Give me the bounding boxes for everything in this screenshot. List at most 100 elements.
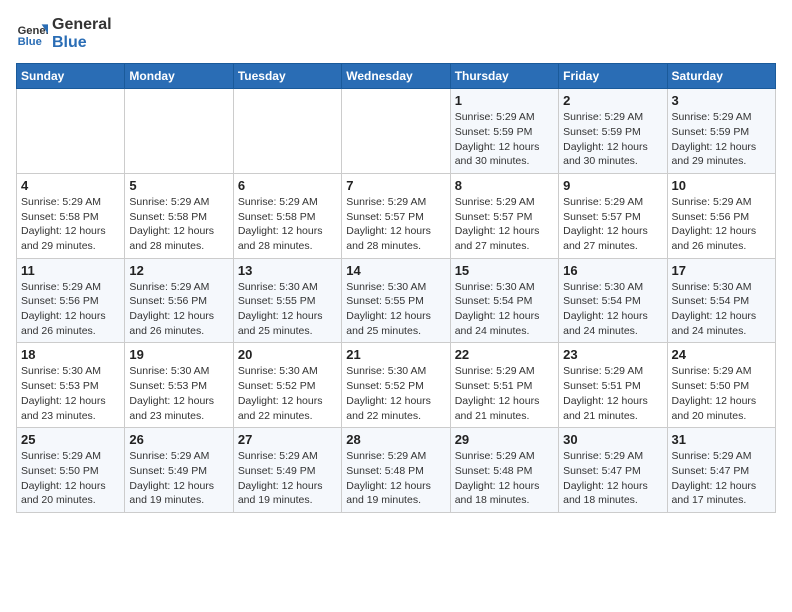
calendar-cell: 4 Sunrise: 5:29 AM Sunset: 5:58 PM Daylig…	[17, 173, 125, 258]
calendar-cell: 11 Sunrise: 5:29 AM Sunset: 5:56 PM Dayli…	[17, 258, 125, 343]
day-info: Sunrise: 5:29 AM Sunset: 5:58 PM Dayligh…	[21, 195, 120, 254]
calendar-cell: 9Sunrise: 5:29 AM Sunset: 5:57 PM Daylig…	[559, 173, 667, 258]
calendar-cell	[342, 89, 450, 174]
day-info: Sunrise: 5:29 AM Sunset: 5:59 PM Dayligh…	[672, 110, 771, 169]
calendar-cell: 30 Sunrise: 5:29 AM Sunset: 5:47 PM Dayli…	[559, 428, 667, 513]
day-number: 22	[455, 347, 554, 362]
day-number: 28	[346, 432, 445, 447]
day-info: Sunrise: 5:29 AM Sunset: 5:58 PM Dayligh…	[238, 195, 337, 254]
calendar-cell: 25 Sunrise: 5:29 AM Sunset: 5:50 PM Dayli…	[17, 428, 125, 513]
calendar-cell: 22 Sunrise: 5:29 AM Sunset: 5:51 PM Dayli…	[450, 343, 558, 428]
calendar-cell: 12 Sunrise: 5:29 AM Sunset: 5:56 PM Dayli…	[125, 258, 233, 343]
calendar-cell	[125, 89, 233, 174]
col-header-tuesday: Tuesday	[233, 64, 341, 89]
day-number: 3	[672, 93, 771, 108]
day-info: Sunrise: 5:29 AM Sunset: 5:57 PM Dayligh…	[563, 195, 662, 254]
day-info: Sunrise: 5:30 AM Sunset: 5:53 PM Dayligh…	[129, 364, 228, 423]
day-info: Sunrise: 5:29 AM Sunset: 5:59 PM Dayligh…	[563, 110, 662, 169]
day-info: Sunrise: 5:30 AM Sunset: 5:55 PM Dayligh…	[238, 280, 337, 339]
day-info: Sunrise: 5:30 AM Sunset: 5:52 PM Dayligh…	[346, 364, 445, 423]
day-number: 13	[238, 263, 337, 278]
svg-text:Blue: Blue	[18, 36, 42, 48]
calendar-cell: 3 Sunrise: 5:29 AM Sunset: 5:59 PM Daylig…	[667, 89, 775, 174]
week-row-4: 18 Sunrise: 5:30 AM Sunset: 5:53 PM Dayli…	[17, 343, 776, 428]
calendar-cell: 1 Sunrise: 5:29 AM Sunset: 5:59 PM Daylig…	[450, 89, 558, 174]
day-info: Sunrise: 5:29 AM Sunset: 5:50 PM Dayligh…	[672, 364, 771, 423]
day-info: Sunrise: 5:29 AM Sunset: 5:48 PM Dayligh…	[455, 449, 554, 508]
col-header-monday: Monday	[125, 64, 233, 89]
day-info: Sunrise: 5:29 AM Sunset: 5:50 PM Dayligh…	[21, 449, 120, 508]
calendar-cell: 27Sunrise: 5:29 AM Sunset: 5:49 PM Dayli…	[233, 428, 341, 513]
calendar-cell: 18Sunrise: 5:30 AM Sunset: 5:53 PM Dayli…	[17, 343, 125, 428]
day-info: Sunrise: 5:29 AM Sunset: 5:57 PM Dayligh…	[346, 195, 445, 254]
day-info: Sunrise: 5:29 AM Sunset: 5:47 PM Dayligh…	[563, 449, 662, 508]
day-info: Sunrise: 5:29 AM Sunset: 5:58 PM Dayligh…	[129, 195, 228, 254]
calendar-table: SundayMondayTuesdayWednesdayThursdayFrid…	[16, 63, 776, 513]
calendar-cell	[17, 89, 125, 174]
calendar-cell: 17 Sunrise: 5:30 AM Sunset: 5:54 PM Dayli…	[667, 258, 775, 343]
day-info: Sunrise: 5:29 AM Sunset: 5:51 PM Dayligh…	[563, 364, 662, 423]
logo: General Blue General Blue	[16, 16, 112, 51]
day-number: 16	[563, 263, 662, 278]
day-info: Sunrise: 5:29 AM Sunset: 5:51 PM Dayligh…	[455, 364, 554, 423]
day-number: 2	[563, 93, 662, 108]
calendar-cell: 6Sunrise: 5:29 AM Sunset: 5:58 PM Daylig…	[233, 173, 341, 258]
week-row-5: 25 Sunrise: 5:29 AM Sunset: 5:50 PM Dayli…	[17, 428, 776, 513]
day-number: 4	[21, 178, 120, 193]
col-header-friday: Friday	[559, 64, 667, 89]
day-number: 25	[21, 432, 120, 447]
header-row: SundayMondayTuesdayWednesdayThursdayFrid…	[17, 64, 776, 89]
calendar-cell: 31Sunrise: 5:29 AM Sunset: 5:47 PM Dayli…	[667, 428, 775, 513]
logo-line2: Blue	[52, 34, 112, 52]
calendar-cell: 16 Sunrise: 5:30 AM Sunset: 5:54 PM Dayli…	[559, 258, 667, 343]
day-number: 17	[672, 263, 771, 278]
day-number: 24	[672, 347, 771, 362]
logo-icon: General Blue	[16, 18, 48, 50]
day-info: Sunrise: 5:29 AM Sunset: 5:49 PM Dayligh…	[129, 449, 228, 508]
day-info: Sunrise: 5:30 AM Sunset: 5:52 PM Dayligh…	[238, 364, 337, 423]
day-info: Sunrise: 5:29 AM Sunset: 5:59 PM Dayligh…	[455, 110, 554, 169]
page-header: General Blue General Blue	[16, 16, 776, 51]
col-header-wednesday: Wednesday	[342, 64, 450, 89]
calendar-cell: 20 Sunrise: 5:30 AM Sunset: 5:52 PM Dayli…	[233, 343, 341, 428]
col-header-sunday: Sunday	[17, 64, 125, 89]
day-number: 19	[129, 347, 228, 362]
day-info: Sunrise: 5:29 AM Sunset: 5:56 PM Dayligh…	[129, 280, 228, 339]
day-number: 10	[672, 178, 771, 193]
day-number: 11	[21, 263, 120, 278]
day-info: Sunrise: 5:29 AM Sunset: 5:56 PM Dayligh…	[672, 195, 771, 254]
week-row-2: 4 Sunrise: 5:29 AM Sunset: 5:58 PM Daylig…	[17, 173, 776, 258]
calendar-cell: 19 Sunrise: 5:30 AM Sunset: 5:53 PM Dayli…	[125, 343, 233, 428]
day-info: Sunrise: 5:29 AM Sunset: 5:57 PM Dayligh…	[455, 195, 554, 254]
day-number: 1	[455, 93, 554, 108]
calendar-cell: 28Sunrise: 5:29 AM Sunset: 5:48 PM Dayli…	[342, 428, 450, 513]
calendar-cell: 15Sunrise: 5:30 AM Sunset: 5:54 PM Dayli…	[450, 258, 558, 343]
day-number: 30	[563, 432, 662, 447]
col-header-saturday: Saturday	[667, 64, 775, 89]
day-info: Sunrise: 5:30 AM Sunset: 5:54 PM Dayligh…	[563, 280, 662, 339]
day-number: 12	[129, 263, 228, 278]
calendar-cell: 14 Sunrise: 5:30 AM Sunset: 5:55 PM Dayli…	[342, 258, 450, 343]
calendar-cell: 26Sunrise: 5:29 AM Sunset: 5:49 PM Dayli…	[125, 428, 233, 513]
week-row-3: 11 Sunrise: 5:29 AM Sunset: 5:56 PM Dayli…	[17, 258, 776, 343]
day-info: Sunrise: 5:29 AM Sunset: 5:56 PM Dayligh…	[21, 280, 120, 339]
calendar-cell: 21 Sunrise: 5:30 AM Sunset: 5:52 PM Dayli…	[342, 343, 450, 428]
calendar-cell: 24 Sunrise: 5:29 AM Sunset: 5:50 PM Dayli…	[667, 343, 775, 428]
day-number: 31	[672, 432, 771, 447]
day-number: 18	[21, 347, 120, 362]
day-number: 5	[129, 178, 228, 193]
day-number: 21	[346, 347, 445, 362]
day-info: Sunrise: 5:30 AM Sunset: 5:54 PM Dayligh…	[455, 280, 554, 339]
calendar-cell: 7 Sunrise: 5:29 AM Sunset: 5:57 PM Daylig…	[342, 173, 450, 258]
week-row-1: 1 Sunrise: 5:29 AM Sunset: 5:59 PM Daylig…	[17, 89, 776, 174]
logo-line1: General	[52, 16, 112, 34]
day-info: Sunrise: 5:30 AM Sunset: 5:55 PM Dayligh…	[346, 280, 445, 339]
day-info: Sunrise: 5:29 AM Sunset: 5:49 PM Dayligh…	[238, 449, 337, 508]
day-number: 8	[455, 178, 554, 193]
calendar-cell: 13 Sunrise: 5:30 AM Sunset: 5:55 PM Dayli…	[233, 258, 341, 343]
day-info: Sunrise: 5:30 AM Sunset: 5:54 PM Dayligh…	[672, 280, 771, 339]
day-number: 20	[238, 347, 337, 362]
day-number: 7	[346, 178, 445, 193]
col-header-thursday: Thursday	[450, 64, 558, 89]
day-number: 14	[346, 263, 445, 278]
